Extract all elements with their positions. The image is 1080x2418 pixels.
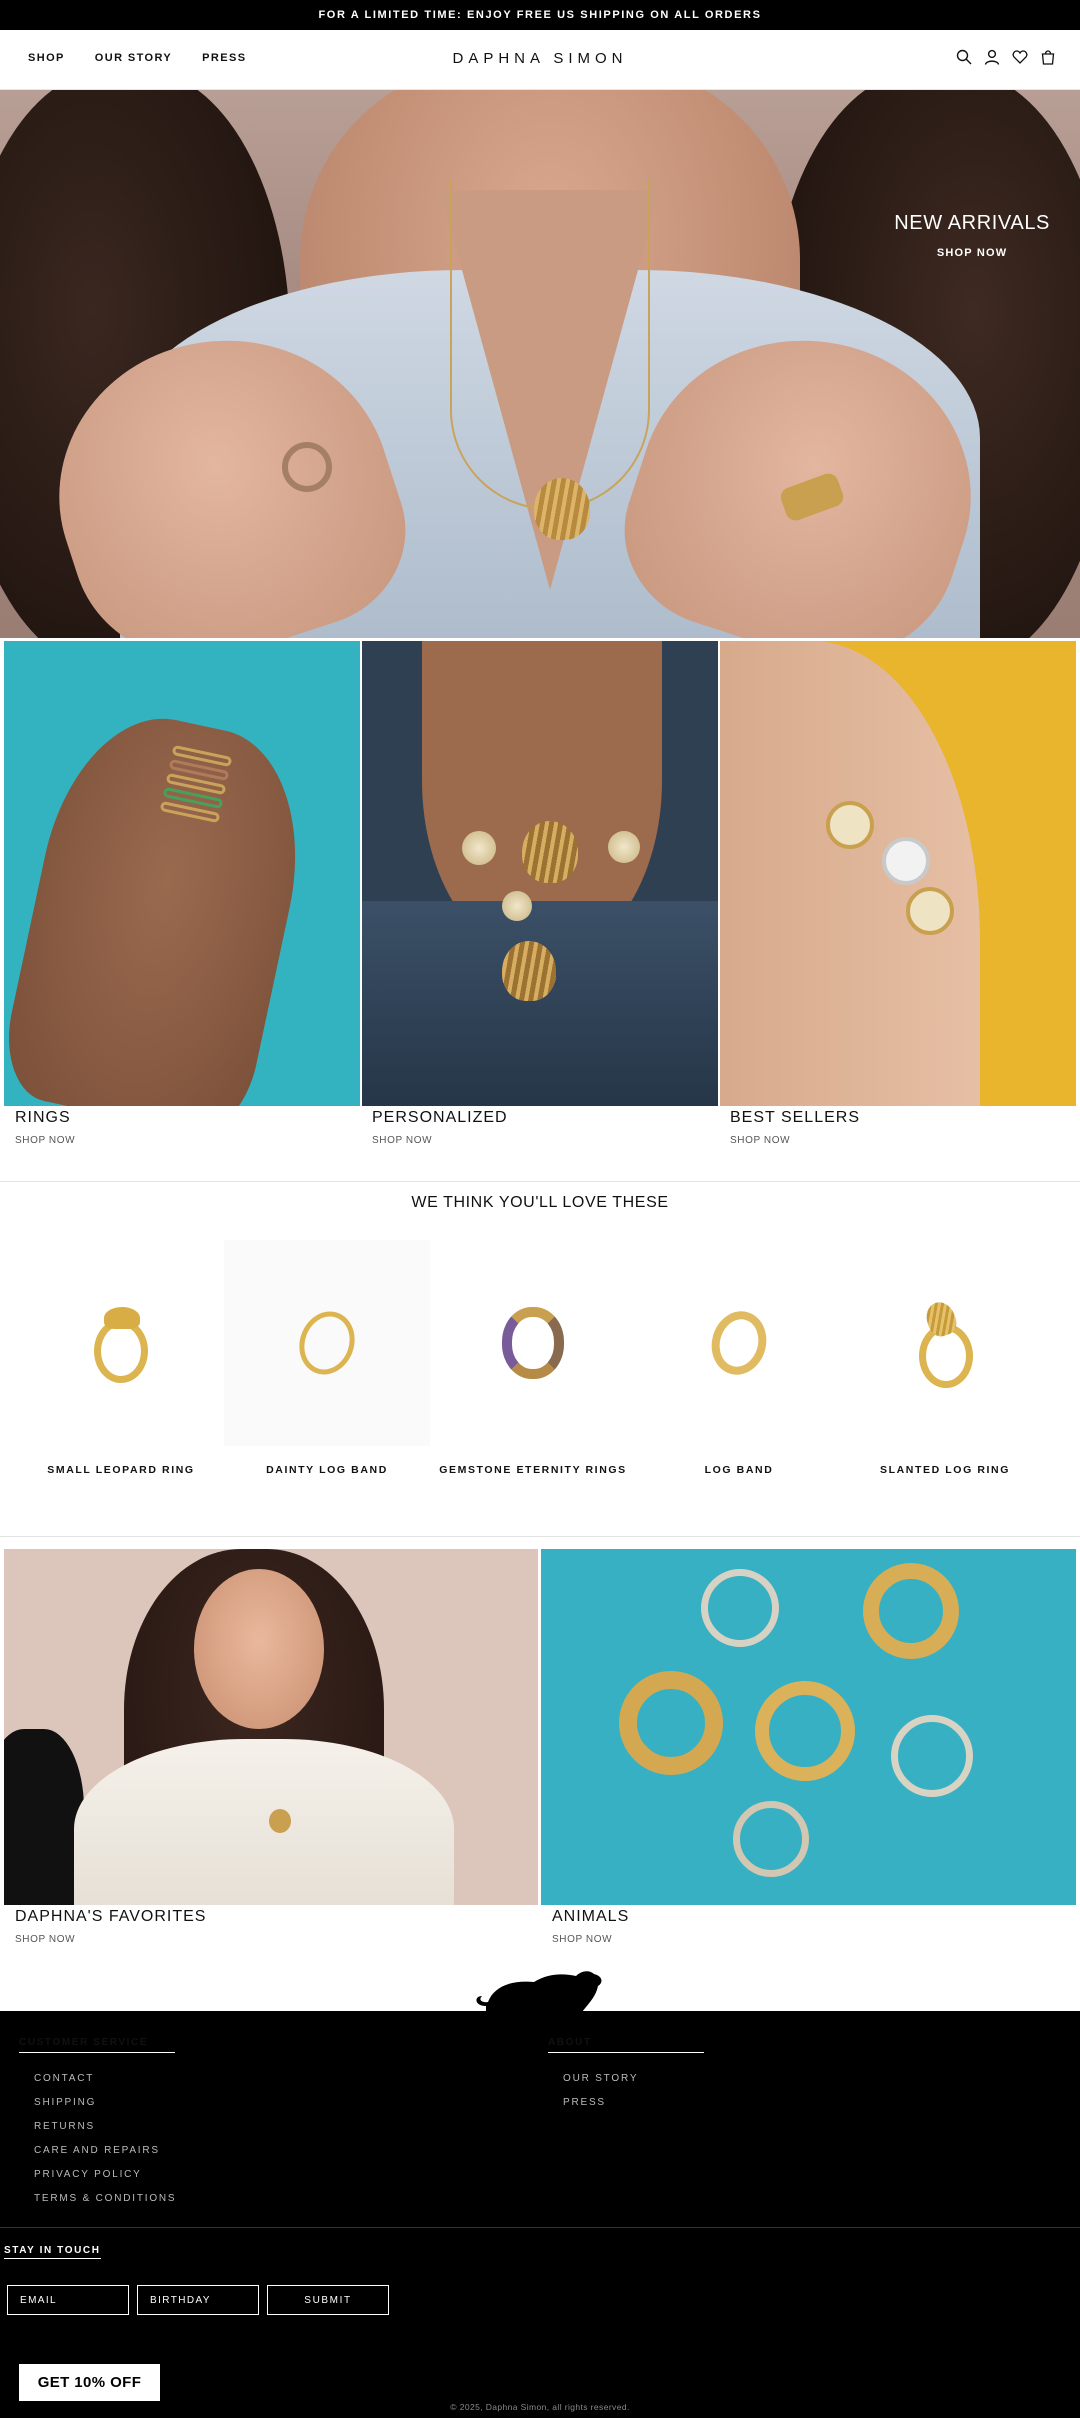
footer-link-returns[interactable]: RETURNS — [34, 2121, 95, 2132]
ring-graphic — [704, 1305, 774, 1381]
feature-caption-daphnas-favorites: DAPHNA'S FAVORITES SHOP NOW — [15, 1906, 206, 1945]
hand-with-rings-image — [4, 699, 323, 1106]
bracelet-charm — [906, 887, 954, 935]
ring-graphic — [755, 1681, 855, 1781]
recommendations-title: WE THINK YOU'LL LOVE THESE — [411, 1194, 669, 1211]
get-discount-button[interactable]: GET 10% OFF — [19, 2364, 160, 2401]
product-card[interactable]: GEMSTONE ETERNITY RINGS — [430, 1240, 636, 1480]
birthday-field[interactable] — [137, 2285, 259, 2315]
footer-link-terms-conditions[interactable]: TERMS & CONDITIONS — [34, 2193, 176, 2204]
footer-link-press[interactable]: PRESS — [563, 2097, 606, 2108]
ring-graphic — [290, 1303, 364, 1383]
category-title[interactable]: RINGS — [15, 1107, 75, 1127]
ring-graphic — [502, 1307, 564, 1379]
cart-bag-icon[interactable] — [1040, 49, 1056, 65]
feature-title[interactable]: ANIMALS — [552, 1906, 629, 1926]
ring-graphic — [619, 1671, 723, 1775]
footer-link-our-story[interactable]: OUR STORY — [563, 2073, 638, 2084]
footer-heading-about: ABOUT — [548, 2037, 704, 2053]
category-image-best-sellers[interactable] — [720, 641, 1076, 1106]
bracelet-charm — [826, 801, 874, 849]
footer-link-privacy-policy[interactable]: PRIVACY POLICY — [34, 2169, 142, 2180]
shell-pendant — [502, 941, 556, 1001]
coin-pendant — [462, 831, 496, 865]
hero-image-ring — [282, 442, 332, 492]
ring-graphic — [733, 1801, 809, 1877]
footer-link-care-and-repairs[interactable]: CARE AND REPAIRS — [34, 2145, 160, 2156]
copyright-text: © 2025, Daphna Simon, all rights reserve… — [450, 2402, 630, 2412]
shell-pendant — [522, 821, 578, 883]
category-caption-personalized: PERSONALIZED SHOP NOW — [372, 1107, 508, 1146]
site-footer — [0, 2011, 1080, 2418]
account-icon[interactable] — [984, 49, 1000, 65]
hero-image-necklace — [450, 180, 650, 510]
brand-logo[interactable]: DAPHNA SIMON — [0, 50, 1080, 67]
hero-shop-now-link[interactable]: SHOP NOW — [894, 247, 1050, 259]
product-card[interactable]: LOG BAND — [636, 1240, 842, 1480]
footer-heading-customer-service: CUSTOMER SERVICE — [19, 2037, 175, 2053]
product-card[interactable]: SLANTED LOG RING — [842, 1240, 1048, 1480]
category-title[interactable]: PERSONALIZED — [372, 1107, 508, 1127]
submit-button[interactable]: SUBMIT — [267, 2285, 389, 2315]
coin-pendant — [608, 831, 640, 863]
divider — [0, 1536, 1080, 1537]
header-icons — [956, 49, 1056, 65]
category-shop-now-link[interactable]: SHOP NOW — [730, 1135, 860, 1146]
category-shop-now-link[interactable]: SHOP NOW — [15, 1135, 75, 1146]
hero-banner[interactable]: NEW ARRIVALS SHOP NOW — [0, 90, 1080, 638]
hero-title: NEW ARRIVALS — [894, 212, 1050, 234]
announcement-text: FOR A LIMITED TIME: ENJOY FREE US SHIPPI… — [318, 9, 762, 21]
site-header: SHOP OUR STORY PRESS DAPHNA SIMON — [0, 30, 1080, 90]
product-image[interactable] — [224, 1240, 430, 1446]
feature-image-animals[interactable] — [541, 1549, 1076, 1905]
wrist-image — [720, 641, 980, 1106]
search-icon[interactable] — [956, 49, 972, 65]
feature-caption-animals: ANIMALS SHOP NOW — [552, 1906, 629, 1945]
product-name[interactable]: LOG BAND — [636, 1464, 842, 1476]
product-name[interactable]: SMALL LEOPARD RING — [18, 1464, 224, 1476]
category-image-personalized[interactable] — [362, 641, 718, 1106]
newsletter-heading: STAY IN TOUCH — [4, 2245, 101, 2259]
product-image[interactable] — [636, 1240, 842, 1446]
panther-icon — [476, 1971, 602, 2012]
denim-shirt-image — [362, 901, 718, 1106]
product-name[interactable]: DAINTY LOG BAND — [224, 1464, 430, 1476]
category-title[interactable]: BEST SELLERS — [730, 1107, 860, 1127]
product-name[interactable]: GEMSTONE ETERNITY RINGS — [430, 1464, 636, 1476]
footer-link-shipping[interactable]: SHIPPING — [34, 2097, 96, 2108]
ring-graphic — [701, 1569, 779, 1647]
product-image[interactable] — [18, 1240, 224, 1446]
email-field[interactable] — [7, 2285, 129, 2315]
category-shop-now-link[interactable]: SHOP NOW — [372, 1135, 508, 1146]
wishlist-heart-icon[interactable] — [1012, 49, 1028, 65]
footer-divider — [0, 2227, 1080, 2228]
ring-graphic — [863, 1563, 959, 1659]
category-image-rings[interactable] — [4, 641, 360, 1106]
product-name[interactable]: SLANTED LOG RING — [842, 1464, 1048, 1476]
person-image — [4, 1729, 84, 1905]
bracelet-charm — [882, 837, 930, 885]
person-blouse-image — [74, 1739, 454, 1905]
product-image[interactable] — [430, 1240, 636, 1446]
product-card[interactable]: SMALL LEOPARD RING — [18, 1240, 224, 1480]
feature-shop-now-link[interactable]: SHOP NOW — [552, 1934, 629, 1945]
announcement-bar: FOR A LIMITED TIME: ENJOY FREE US SHIPPI… — [0, 0, 1080, 30]
pendant-graphic — [269, 1809, 291, 1833]
footer-link-contact[interactable]: CONTACT — [34, 2073, 94, 2084]
category-caption-best-sellers: BEST SELLERS SHOP NOW — [730, 1107, 860, 1146]
hero-caption: NEW ARRIVALS SHOP NOW — [894, 212, 1050, 259]
product-image[interactable] — [842, 1240, 1048, 1446]
category-caption-rings: RINGS SHOP NOW — [15, 1107, 75, 1146]
feature-shop-now-link[interactable]: SHOP NOW — [15, 1934, 206, 1945]
person-face-image — [194, 1569, 324, 1729]
feature-image-daphnas-favorites[interactable] — [4, 1549, 538, 1905]
divider — [0, 1181, 1080, 1182]
coin-pendant — [502, 891, 532, 921]
ring-graphic — [891, 1715, 973, 1797]
hero-image-shell-pendant — [534, 478, 590, 540]
leopard-graphic — [104, 1307, 140, 1329]
product-card[interactable]: DAINTY LOG BAND — [224, 1240, 430, 1480]
feature-title[interactable]: DAPHNA'S FAVORITES — [15, 1906, 206, 1926]
